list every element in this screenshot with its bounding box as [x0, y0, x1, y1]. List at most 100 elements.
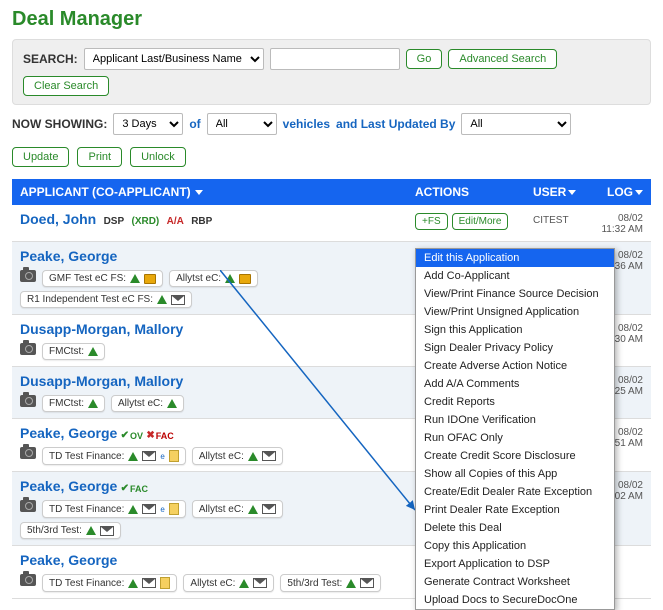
context-menu-item[interactable]: Edit this Application [416, 249, 614, 267]
lender-chip[interactable]: 5th/3rd Test: [20, 522, 121, 539]
updated-by-label: and Last Updated By [336, 117, 455, 131]
camera-icon[interactable] [20, 574, 36, 586]
lender-chip[interactable]: TD Test Finance: [42, 574, 177, 592]
lender-chip[interactable]: GMF Test eC FS: [42, 270, 163, 287]
unlock-button[interactable]: Unlock [130, 147, 186, 167]
search-input[interactable] [270, 48, 400, 70]
lender-chip[interactable]: TD Test Finance:e [42, 500, 186, 518]
arrow-up-icon [128, 505, 138, 514]
context-menu-item[interactable]: View/Print Unsigned Application [416, 303, 614, 321]
fac-badge: FAC [121, 483, 148, 494]
updated-by-select[interactable]: All [461, 113, 571, 135]
camera-icon[interactable] [20, 500, 36, 512]
arrow-up-icon [248, 452, 258, 461]
context-menu-item[interactable]: Copy this Application [416, 537, 614, 555]
mail-icon [262, 451, 276, 461]
applicant-name-link[interactable]: Peake, George [20, 425, 117, 441]
context-menu-item[interactable]: Show all Copies of this App [416, 465, 614, 483]
context-menu-item[interactable]: Create Credit Score Disclosure [416, 447, 614, 465]
context-menu-item[interactable]: View/Print Finance Source Decision [416, 285, 614, 303]
days-select[interactable]: 3 Days [113, 113, 183, 135]
print-button[interactable]: Print [77, 147, 122, 167]
camera-icon[interactable] [20, 343, 36, 355]
lender-chip[interactable]: TD Test Finance:e [42, 447, 186, 465]
context-menu-item[interactable]: Add Co-Applicant [416, 267, 614, 285]
mail-icon [100, 526, 114, 536]
now-showing-label: NOW SHOWING: [12, 117, 107, 131]
context-menu-item[interactable]: Create Adverse Action Notice [416, 357, 614, 375]
package-icon [239, 274, 251, 284]
context-menu-item[interactable]: Generate Contract Worksheet [416, 573, 614, 591]
lender-chip[interactable]: Allytst eC: [192, 447, 283, 465]
lender-chip[interactable]: 5th/3rd Test: [280, 574, 381, 592]
page-title: Deal Manager [12, 8, 651, 31]
context-menu-item[interactable]: Credit Reports [416, 393, 614, 411]
lender-label: Allytst eC: [199, 504, 244, 515]
context-menu-item[interactable]: Sign this Application [416, 321, 614, 339]
arrow-up-icon [239, 579, 249, 588]
camera-icon[interactable] [20, 270, 36, 282]
chevron-down-icon [635, 190, 643, 195]
camera-icon[interactable] [20, 447, 36, 459]
context-menu-item[interactable]: Delete this Deal [416, 519, 614, 537]
chevron-down-icon [568, 190, 576, 195]
context-menu-item[interactable]: Run OFAC Only [416, 429, 614, 447]
search-field-select[interactable]: Applicant Last/Business Name [84, 48, 264, 70]
col-applicant[interactable]: APPLICANT (CO-APPLICANT) [20, 185, 415, 199]
add-fs-button[interactable]: +FS [415, 213, 448, 230]
search-label: SEARCH: [23, 52, 78, 66]
context-menu-item[interactable]: Export Application to DSP [416, 555, 614, 573]
context-menu-item[interactable]: Run IDOne Verification [416, 411, 614, 429]
camera-icon[interactable] [20, 395, 36, 407]
lender-label: R1 Independent Test eC FS: [27, 294, 153, 305]
context-menu-item[interactable]: Create/Edit Dealer Rate Exception [416, 483, 614, 501]
context-menu-item[interactable]: Upload Docs to SecureDocOne [416, 591, 614, 609]
chevron-down-icon [195, 190, 203, 195]
fac-badge: FAC [146, 430, 173, 441]
arrow-up-icon [248, 505, 258, 514]
update-button[interactable]: Update [12, 147, 69, 167]
applicant-tag: DSP [104, 216, 125, 227]
arrow-up-icon [128, 452, 138, 461]
lender-chip[interactable]: Allytst eC: [169, 270, 258, 287]
context-menu: Edit this ApplicationAdd Co-ApplicantVie… [415, 248, 615, 610]
go-button[interactable]: Go [406, 49, 443, 69]
edit-more-button[interactable]: Edit/More [452, 213, 509, 230]
subscript-e: e [160, 505, 164, 514]
lender-chip[interactable]: Allytst eC: [111, 395, 184, 412]
context-menu-item[interactable]: Sign Dealer Privacy Policy [416, 339, 614, 357]
package-icon [144, 274, 156, 284]
vehicles-select[interactable]: All [207, 113, 277, 135]
arrow-up-icon [88, 347, 98, 356]
applicant-name-link[interactable]: Peake, George [20, 552, 117, 568]
lender-chip[interactable]: Allytst eC: [192, 500, 283, 518]
arrow-up-icon [225, 274, 235, 283]
context-menu-item[interactable]: Print Dealer Rate Exception [416, 501, 614, 519]
context-menu-item[interactable]: Add A/A Comments [416, 375, 614, 393]
mail-icon [253, 578, 267, 588]
applicant-name-link[interactable]: Dusapp-Morgan, Mallory [20, 321, 183, 337]
mail-icon [171, 295, 185, 305]
vehicles-label: vehicles [283, 117, 330, 131]
applicant-name-link[interactable]: Doed, John [20, 211, 96, 227]
col-actions: ACTIONS [415, 185, 533, 199]
arrow-up-icon [346, 579, 356, 588]
action-buttons: Update Print Unlock [12, 147, 651, 167]
applicant-name-link[interactable]: Peake, George [20, 248, 117, 264]
log-cell: 08/0211:32 AM [593, 211, 643, 235]
applicant-name-link[interactable]: Peake, George [20, 478, 117, 494]
arrow-up-icon [88, 399, 98, 408]
clear-search-button[interactable]: Clear Search [23, 76, 109, 96]
lender-chip[interactable]: R1 Independent Test eC FS: [20, 291, 192, 308]
lender-label: Allytst eC: [190, 578, 235, 589]
user-cell: CITEST [533, 211, 593, 235]
advanced-search-button[interactable]: Advanced Search [448, 49, 557, 69]
lender-chip[interactable]: FMCtst: [42, 395, 105, 412]
lender-chip[interactable]: FMCtst: [42, 343, 105, 360]
lender-label: Allytst eC: [199, 451, 244, 462]
lender-label: 5th/3rd Test: [287, 578, 342, 589]
lender-chip[interactable]: Allytst eC: [183, 574, 274, 592]
col-log[interactable]: LOG [593, 185, 643, 199]
col-user[interactable]: USER [533, 185, 593, 199]
applicant-name-link[interactable]: Dusapp-Morgan, Mallory [20, 373, 183, 389]
